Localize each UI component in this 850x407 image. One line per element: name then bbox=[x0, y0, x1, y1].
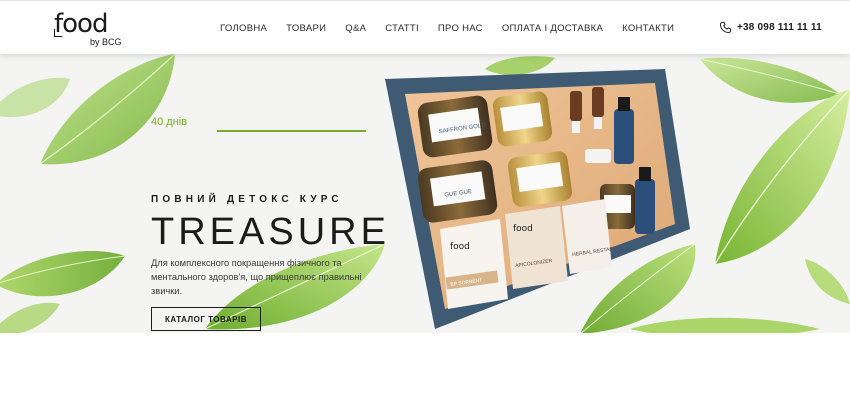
days-row: 40 днів bbox=[151, 116, 366, 132]
bag-bp-sorbent: food BP SORBENT bbox=[440, 219, 508, 309]
catalog-button[interactable]: КАТАЛОГ ТОВАРІВ bbox=[151, 307, 261, 331]
blue-bottle-1 bbox=[614, 109, 634, 164]
hero-title: TREASURE bbox=[151, 211, 390, 253]
hero-description: Для комплексного покращення фізичного та… bbox=[151, 258, 362, 296]
product-box-illustration: SAFFRON GOLD GUE GUE food BP SORBENT foo… bbox=[385, 69, 690, 329]
days-label: 40 днів bbox=[151, 116, 188, 128]
phone-link[interactable]: +38 098 111 11 11 bbox=[719, 21, 822, 34]
logo-word: food bbox=[54, 9, 108, 39]
phone-number: +38 098 111 11 11 bbox=[737, 22, 822, 33]
page: food by BCG ГОЛОВНА ТОВАРИ Q&A СТАТТІ ПР… bbox=[0, 0, 850, 407]
jar-second bbox=[492, 91, 553, 147]
nav-item-products[interactable]: ТОВАРИ bbox=[286, 23, 326, 34]
site-header: food by BCG ГОЛОВНА ТОВАРИ Q&A СТАТТІ ПР… bbox=[0, 0, 850, 54]
course-subtitle: ПОВНИЙ ДЕТОКС КУРС bbox=[151, 194, 343, 205]
jar-saffron-gold: SAFFRON GOLD bbox=[417, 95, 493, 158]
phone-icon bbox=[719, 21, 732, 34]
vial-2-dropper bbox=[594, 117, 602, 129]
jar-gue-gue: GUE GUE bbox=[417, 160, 498, 223]
bag2-brand: food bbox=[513, 224, 533, 234]
blue-bottle-2 bbox=[635, 179, 655, 234]
jar-fourth bbox=[507, 151, 573, 207]
vial-1-dropper bbox=[572, 121, 580, 133]
vial-2 bbox=[592, 87, 604, 117]
vial-1 bbox=[570, 91, 582, 121]
hero-banner: 40 днів ПОВНИЙ ДЕТОКС КУРС TREASURE Для … bbox=[0, 54, 850, 333]
days-divider-line bbox=[217, 130, 366, 132]
nav-item-payment-delivery[interactable]: ОПЛАТА І ДОСТАВКА bbox=[502, 23, 603, 34]
logo-subtitle: by BCG bbox=[90, 37, 122, 47]
main-nav: ГОЛОВНА ТОВАРИ Q&A СТАТТІ ПРО НАС ОПЛАТА… bbox=[213, 1, 693, 55]
nav-item-articles[interactable]: СТАТТІ bbox=[385, 23, 419, 34]
nav-item-about[interactable]: ПРО НАС bbox=[438, 23, 483, 34]
product-box-image: SAFFRON GOLD GUE GUE food BP SORBENT foo… bbox=[380, 69, 700, 329]
nav-item-home[interactable]: ГОЛОВНА bbox=[220, 23, 267, 34]
bag-apicolonizer: food APICOLONIZER bbox=[505, 206, 568, 289]
below-hero-blank bbox=[0, 333, 850, 407]
bag1-brand: food bbox=[450, 242, 470, 252]
nav-item-contacts[interactable]: КОНТАКТИ bbox=[622, 23, 674, 34]
small-bottle bbox=[585, 149, 611, 163]
logo[interactable]: food by BCG bbox=[52, 9, 124, 49]
nav-item-qa[interactable]: Q&A bbox=[345, 23, 366, 34]
